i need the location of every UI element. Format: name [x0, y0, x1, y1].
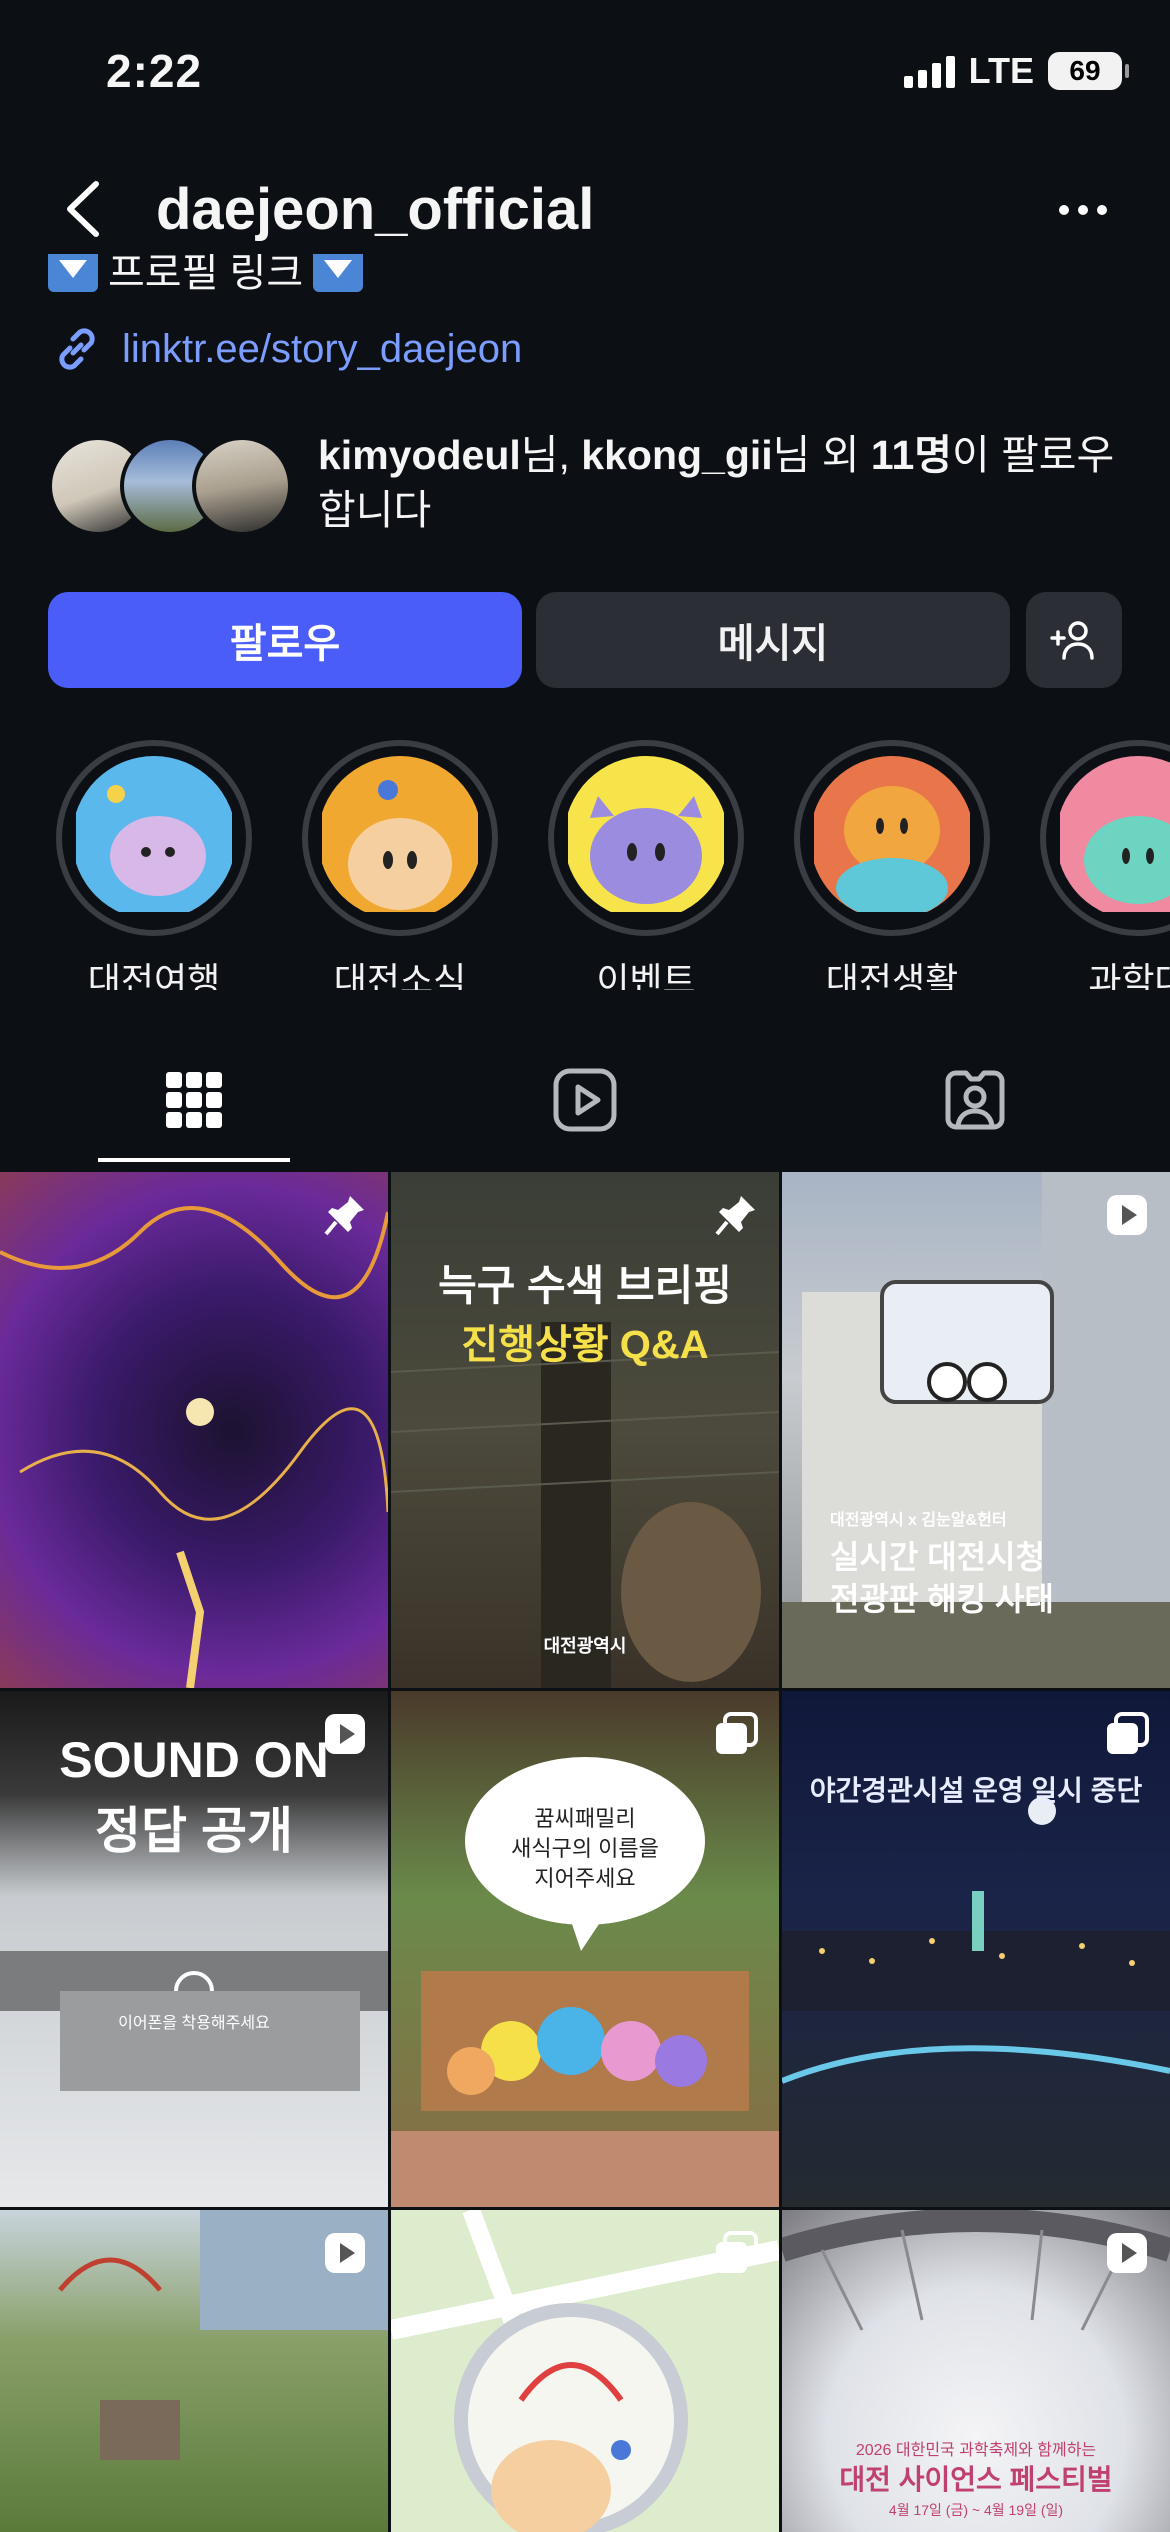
reel-icon — [1107, 2233, 1147, 2273]
mutual-followers-avatars[interactable] — [48, 436, 298, 536]
network-label: LTE — [968, 50, 1034, 91]
post-bubble-text: 지어주세요 — [534, 1866, 636, 1891]
post-thumbnail[interactable] — [0, 2210, 388, 2532]
follower-count: 11명 — [870, 432, 952, 478]
signal-icon — [903, 54, 955, 88]
highlight-cover — [810, 756, 974, 920]
post-logo: 대전광역시 — [543, 1636, 627, 1656]
follower-username: kimyodeul — [318, 432, 521, 478]
highlight-label: 대전소식 — [333, 960, 467, 990]
profile-username: daejeon_official — [156, 177, 595, 242]
post-subtitle: 정답 공개 — [95, 1803, 293, 1859]
highlight-cover — [564, 756, 728, 920]
bio-text: 프로필 링크 — [108, 254, 304, 295]
reel-icon — [325, 2233, 365, 2273]
reel-icon — [1107, 1195, 1147, 1235]
down-arrow-emoji-icon — [313, 254, 364, 292]
highlight-item[interactable]: 대전소식 — [302, 740, 498, 990]
post-bubble-text: 꿈씨패밀리 — [534, 1806, 636, 1831]
pin-icon — [324, 1196, 364, 1236]
profile-tabs — [0, 1030, 1170, 1170]
post-thumbnail[interactable]: 대전광역시 x 김눈알&헌터 실시간 대전시청 전광판 해킹 사태 — [782, 1172, 1170, 1688]
post-title: 늑구 수색 브리핑 — [438, 1262, 732, 1309]
highlight-label: 대전생활 — [825, 960, 959, 990]
post-title: 전광판 해킹 사태 — [830, 1581, 1054, 1617]
battery-icon: 69 — [1048, 52, 1129, 90]
bio-line: 프로필 링크 — [48, 254, 364, 302]
followed-by-text[interactable]: kimyodeul님, kkong_gii님 외 11명이 팔로우합니다 — [318, 428, 1138, 538]
tab-posts[interactable] — [154, 1060, 234, 1140]
chevron-left-icon — [67, 181, 99, 237]
post-title: 야간경관시설 운영 일시 중단 — [809, 1775, 1143, 1806]
suggested-accounts-button[interactable] — [1026, 592, 1122, 688]
highlight-label: 대전여행 — [87, 960, 221, 990]
profile-header: daejeon_official — [0, 160, 1170, 260]
post-thumbnail[interactable]: 2026 대한민국 과학축제와 함께하는 대전 사이언스 페스티벌 4월 17일… — [782, 2210, 1170, 2532]
post-subtitle: 2026 대한민국 과학축제와 함께하는 — [855, 2442, 1097, 2459]
post-thumbnail[interactable]: SOUND ON 정답 공개 이어폰을 착용해주세요 — [0, 1691, 388, 2207]
highlight-cover — [1056, 756, 1170, 920]
down-arrow-emoji-icon — [48, 254, 98, 292]
follow-button[interactable]: 팔로우 — [48, 592, 522, 688]
highlight-item[interactable]: 대전여행 — [56, 740, 252, 990]
carousel-icon — [1107, 1712, 1149, 1754]
post-thumbnail[interactable] — [0, 1172, 388, 1688]
post-image — [391, 1757, 779, 2207]
avatar — [192, 436, 292, 536]
story-highlights: 대전여행 대전소식 이벤트 대전생활 과학대 — [0, 740, 1170, 990]
followed-by-separator: 님 외 — [772, 432, 871, 478]
post-bubble-text: 새식구의 이름을 — [511, 1836, 659, 1861]
highlight-item[interactable]: 과학대 — [1040, 740, 1170, 990]
pin-icon — [715, 1196, 755, 1236]
link-text: linktr.ee/story_daejeon — [122, 326, 523, 371]
highlight-label: 과학대 — [1088, 960, 1170, 990]
status-indicators: LTE 69 — [903, 50, 1129, 92]
active-tab-indicator — [98, 1158, 290, 1162]
tagged-icon — [945, 1070, 1005, 1130]
post-image — [391, 1322, 779, 1688]
grid-icon — [166, 1072, 222, 1128]
post-date: 4월 17일 (금) ~ 4월 19일 (일) — [888, 2502, 1064, 2518]
status-bar: 2:22 LTE 69 — [0, 0, 1170, 150]
add-person-icon — [1050, 621, 1094, 660]
reel-icon — [325, 1714, 365, 1754]
tab-reels[interactable] — [545, 1060, 625, 1140]
post-title: 대전 사이언스 페스티벌 — [839, 2464, 1113, 2495]
highlight-label: 이벤트 — [596, 960, 696, 990]
tab-tagged[interactable] — [935, 1060, 1015, 1140]
status-time: 2:22 — [106, 45, 203, 97]
more-options-button[interactable] — [1048, 180, 1118, 240]
link-icon — [59, 328, 95, 370]
post-subtitle: 대전광역시 x 김눈알&헌터 — [830, 1512, 1007, 1529]
post-subtitle: 진행상황 Q&A — [461, 1323, 709, 1367]
highlight-cover — [318, 756, 482, 920]
carousel-icon — [716, 2231, 758, 2273]
battery-level: 69 — [1069, 55, 1101, 86]
post-thumbnail[interactable]: 늑구 수색 브리핑 진행상황 Q&A 대전광역시 — [391, 1172, 779, 1688]
reels-icon — [553, 1068, 617, 1132]
highlight-cover — [72, 756, 236, 920]
highlight-item[interactable]: 대전생활 — [794, 740, 990, 990]
carousel-icon — [716, 1712, 758, 1754]
followed-by-separator: 님, — [520, 432, 582, 478]
profile-link[interactable]: linktr.ee/story_daejeon — [50, 322, 522, 376]
highlight-item[interactable]: 이벤트 — [548, 740, 744, 990]
posts-grid: 늑구 수색 브리핑 진행상황 Q&A 대전광역시 대전광역시 x 김눈알&헌터 … — [0, 1172, 1170, 2532]
follower-username: kkong_gii — [581, 432, 773, 478]
post-thumbnail[interactable]: 꿈씨패밀리 새식구의 이름을 지어주세요 — [391, 1691, 779, 2207]
post-image — [0, 1206, 388, 1688]
post-caption: 이어폰을 착용해주세요 — [118, 2015, 270, 2032]
back-button[interactable] — [52, 174, 122, 244]
message-button[interactable]: 메시지 — [536, 592, 1010, 688]
post-title: 실시간 대전시청 — [830, 1539, 1045, 1575]
post-thumbnail[interactable] — [391, 2210, 779, 2532]
post-thumbnail[interactable]: 야간경관시설 운영 일시 중단 — [782, 1691, 1170, 2207]
